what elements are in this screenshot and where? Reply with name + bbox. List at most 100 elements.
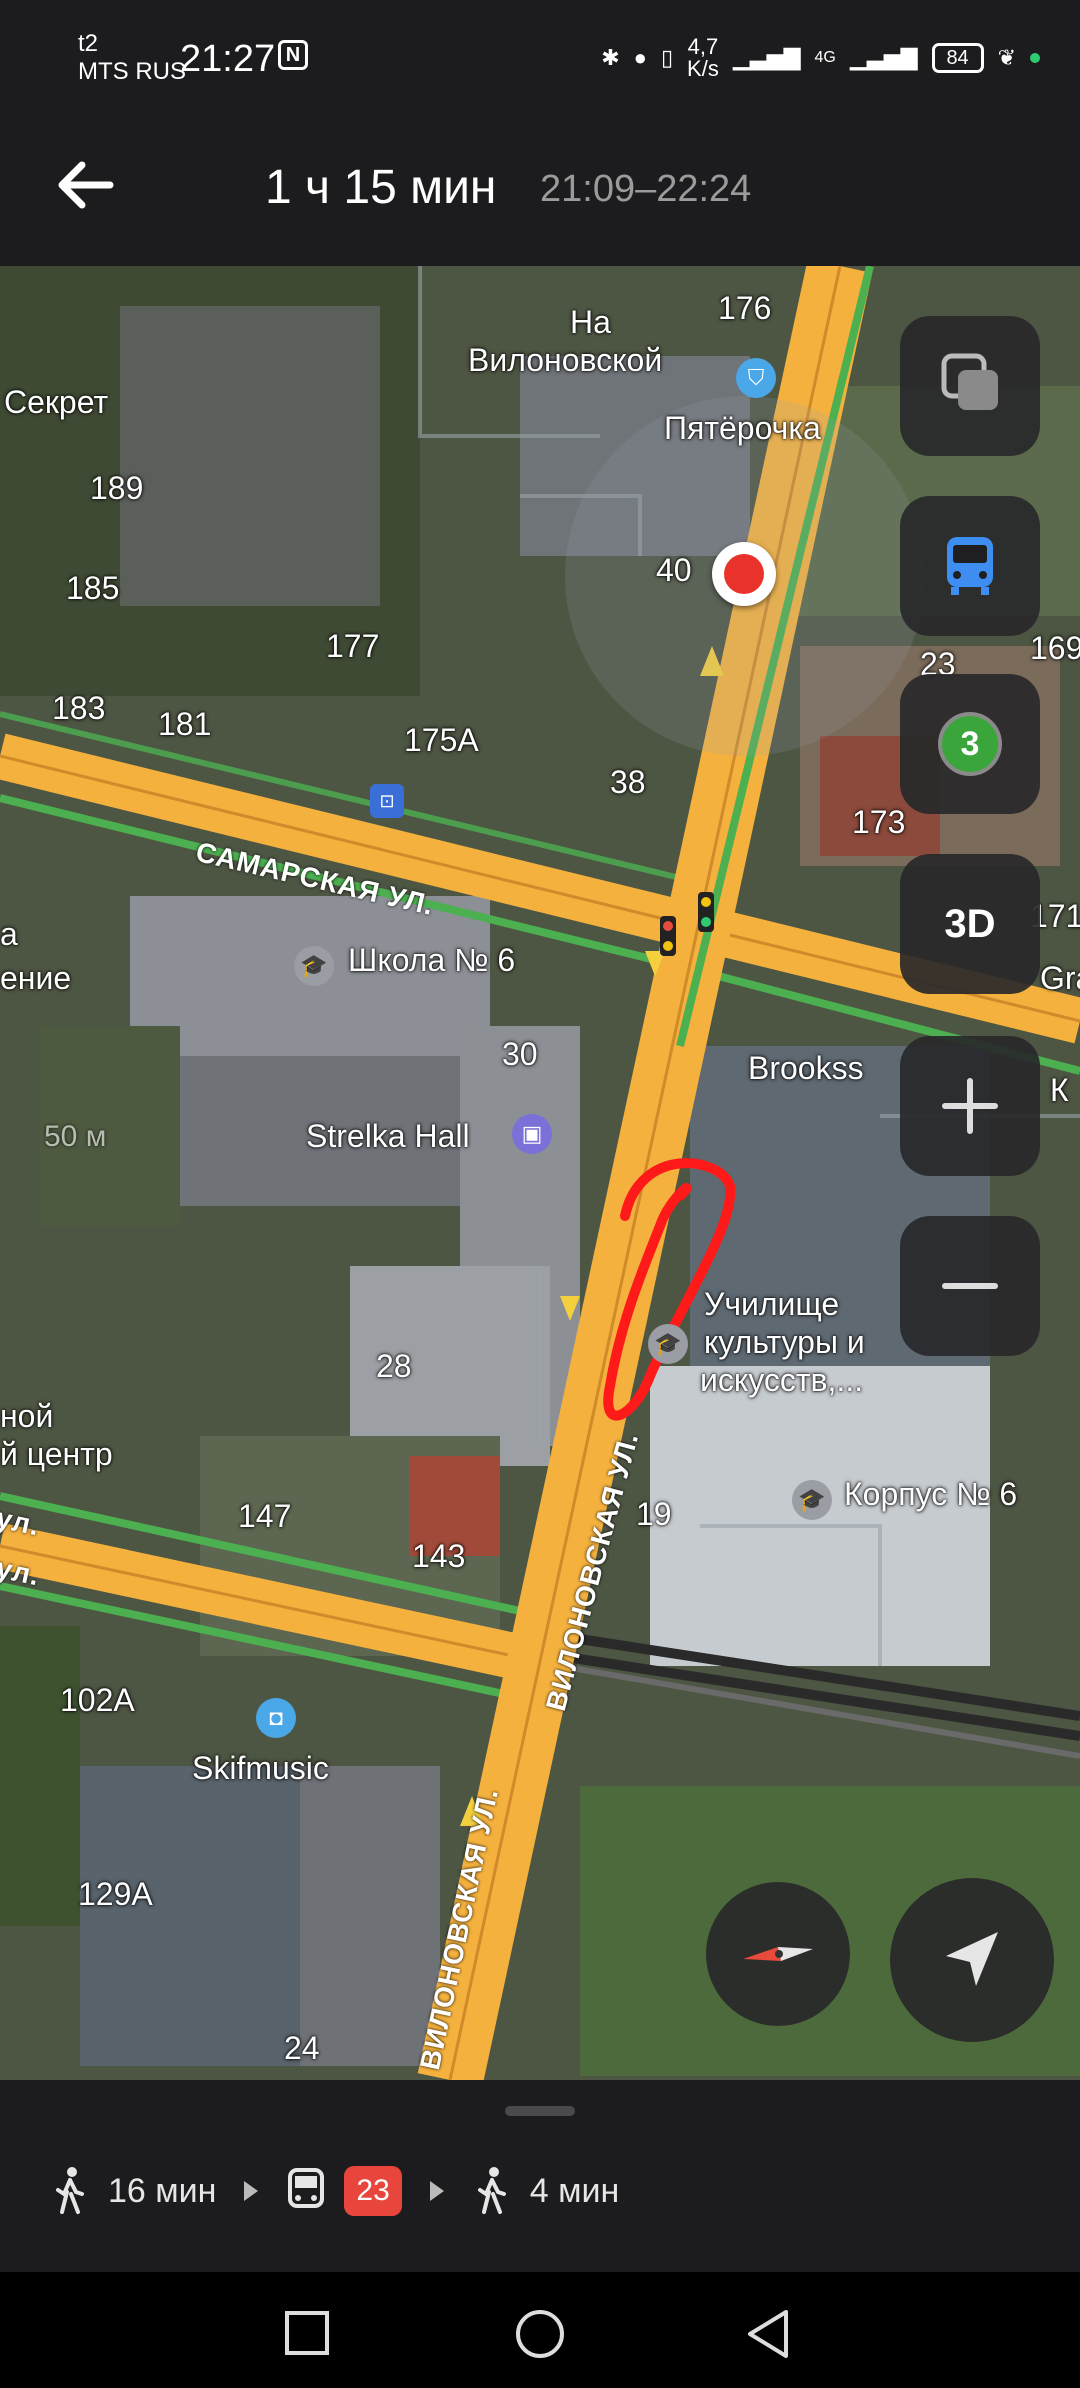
walk-duration-1: 16 мин — [108, 2171, 217, 2210]
route-summary-panel[interactable]: 16 мин 23 4 мин — [0, 2080, 1080, 2272]
poi-label[interactable]: Brookss — [748, 1050, 864, 1087]
map-label: 189 — [90, 470, 144, 506]
map-label: 40 — [656, 552, 692, 588]
map-layers-button[interactable] — [900, 316, 1040, 456]
layers-icon — [941, 353, 998, 410]
system-nav-bar — [0, 2272, 1080, 2388]
map-label: 38 — [610, 764, 646, 800]
zoom-out-button[interactable] — [900, 1216, 1040, 1356]
signal-icon-2: ▁▃▅▇ — [849, 45, 918, 70]
3d-button[interactable]: 3D — [900, 854, 1040, 994]
home-icon[interactable] — [514, 2308, 566, 2360]
back-icon[interactable] — [744, 2308, 792, 2360]
speed-unit: K/s — [687, 56, 719, 81]
battery-icon: 84 — [931, 43, 984, 73]
map-label: 102А — [60, 1682, 135, 1718]
map-label: 129А — [78, 1876, 153, 1912]
map-label: ение — [0, 960, 72, 996]
traffic-level: 3 — [960, 724, 980, 763]
poi-label[interactable]: Skifmusic — [192, 1750, 329, 1787]
route-steps[interactable]: 16 мин 23 4 мин — [50, 2166, 619, 2216]
walk-icon — [56, 2167, 84, 2214]
zoom-in-button[interactable] — [900, 1036, 1040, 1176]
map-label: 177 — [326, 628, 380, 664]
map-label: 185 — [66, 570, 120, 606]
school-icon[interactable]: 🎓 — [648, 1324, 688, 1364]
map-label: 175А — [404, 722, 479, 758]
route-time-range: 21:09–22:24 — [540, 168, 752, 210]
compass-button[interactable] — [706, 1882, 850, 2026]
poi-label[interactable]: Пятёрочка — [664, 410, 821, 447]
traffic-level-icon: 3 — [938, 712, 1002, 776]
location-icon: ● — [633, 45, 647, 70]
map-label: Вилоновской — [468, 342, 663, 378]
recents-icon[interactable] — [284, 2310, 330, 2356]
scale-label: 50 м — [44, 1120, 107, 1153]
location-marker — [712, 542, 776, 606]
map-label: 147 — [238, 1498, 292, 1534]
traffic-button[interactable]: 3 — [900, 674, 1040, 814]
status-bar: t2 MTS RUS 21:27 N ✱ ● ▯ 4,7 K/s ▁▃▅▇ 4G… — [0, 0, 1080, 100]
bus-icon — [288, 2168, 325, 2208]
map-label: 28 — [376, 1348, 412, 1384]
poi-label[interactable]: Strelka Hall — [306, 1118, 470, 1155]
poi-label-line2[interactable]: культуры и — [704, 1324, 865, 1361]
map-label: 181 — [158, 706, 212, 742]
poi-label[interactable]: Корпус № 6 — [844, 1476, 1017, 1513]
speed-value: 4,7 — [687, 34, 719, 59]
school-icon[interactable]: 🎓 — [294, 946, 334, 986]
walk-duration-2: 4 мин — [529, 2171, 620, 2210]
bus-route-badge[interactable]: 23 — [344, 2166, 402, 2216]
route-header: 1 ч 15 мин 21:09–22:24 — [0, 100, 1080, 266]
poi-label[interactable]: Школа № 6 — [348, 942, 515, 979]
chevron-right-icon — [244, 2181, 259, 2201]
carrier-line-2: MTS RUS — [78, 58, 186, 85]
map-label: а — [0, 916, 18, 952]
chevron-right-icon — [429, 2181, 444, 2201]
minus-icon — [942, 1283, 998, 1289]
poi-label[interactable]: Секрет — [4, 384, 108, 421]
signal-icon: ▁▃▅▇ — [732, 45, 801, 70]
map-label: 24 — [284, 2030, 320, 2066]
school-icon[interactable]: 🎓 — [792, 1480, 832, 1520]
shopping-basket-icon[interactable]: ⛉ — [736, 358, 776, 398]
leaf-icon: ❦ — [997, 45, 1016, 70]
map-label: 19 — [636, 1496, 672, 1532]
map-label: Gra — [1040, 960, 1080, 996]
privacy-indicator — [1030, 53, 1040, 63]
map-view[interactable]: На Вилоновской 176 ⛉ Пятёрочка Секрет 18… — [0, 266, 1080, 2080]
map-label: 176 — [718, 290, 772, 326]
network-speed: 4,7 K/s — [687, 36, 719, 80]
back-arrow-icon[interactable] — [50, 150, 120, 220]
vibrate-icon: ▯ — [660, 45, 674, 70]
map-label: й центр — [0, 1436, 113, 1472]
walk-icon — [477, 2167, 506, 2214]
map-label: 169 — [1030, 630, 1080, 666]
map-label: К — [1050, 1072, 1069, 1108]
drag-handle[interactable] — [505, 2106, 575, 2116]
bus-stop-icon[interactable]: ⊡ — [370, 784, 404, 818]
carrier: t2 MTS RUS — [78, 30, 186, 86]
map-label: На — [570, 304, 611, 340]
my-location-button[interactable] — [890, 1878, 1054, 2042]
status-icons: ✱ ● ▯ 4,7 K/s ▁▃▅▇ 4G ▁▃▅▇ 84 ❦ — [601, 36, 1040, 80]
navigation-arrow-icon — [946, 1932, 998, 1986]
clock: 21:27 — [180, 38, 276, 80]
plus-icon — [942, 1078, 998, 1134]
poi-label-line3[interactable]: искусств,... — [700, 1362, 863, 1399]
transport-button[interactable] — [900, 496, 1040, 636]
network-type: 4G — [814, 49, 836, 66]
bus-icon — [947, 537, 993, 595]
nfc-icon: N — [278, 40, 308, 70]
briefcase-icon[interactable]: ▣ — [512, 1114, 552, 1154]
map-label: 30 — [502, 1036, 538, 1072]
compass-icon — [743, 1947, 813, 1961]
map-label: 143 — [412, 1538, 466, 1574]
map-label: ной — [0, 1398, 54, 1434]
map-label: 173 — [852, 804, 906, 840]
bluetooth-icon: ✱ — [601, 45, 620, 70]
map-label: 183 — [52, 690, 106, 726]
shopping-bag-icon[interactable]: ◘ — [256, 1698, 296, 1738]
carrier-line-1: t2 — [78, 30, 99, 57]
poi-label-line1[interactable]: Училище — [704, 1286, 839, 1323]
